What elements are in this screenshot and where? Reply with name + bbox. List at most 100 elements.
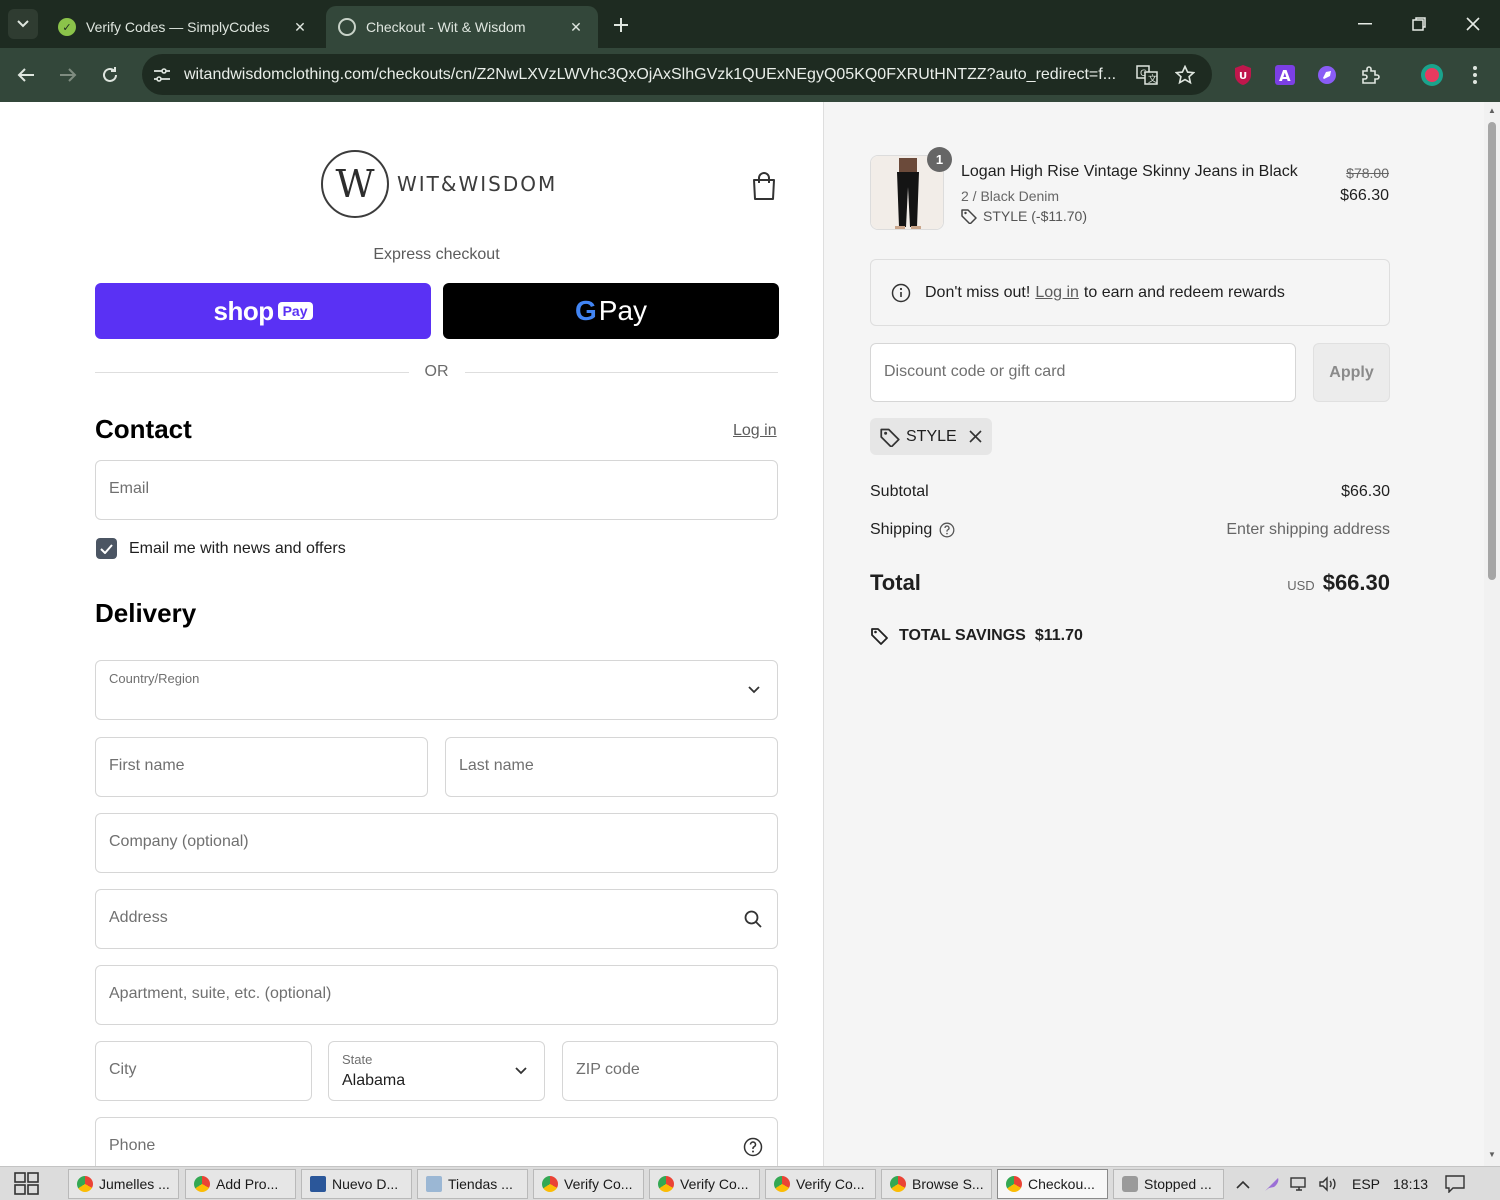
extension-purple-icon[interactable] [1313, 61, 1341, 89]
tab-search-button[interactable] [8, 9, 38, 39]
subtotal-row: Subtotal $66.30 [870, 483, 1390, 501]
bookmark-star-icon[interactable] [1172, 62, 1198, 88]
taskbar-item[interactable]: Browse S... [881, 1169, 992, 1199]
google-g-icon: G [574, 295, 597, 326]
svg-text:文: 文 [1148, 73, 1157, 85]
tab-checkout[interactable]: Checkout - Wit & Wisdom ✕ [326, 6, 598, 48]
volume-icon[interactable] [1318, 1167, 1338, 1200]
email-field[interactable]: Email [95, 460, 778, 520]
last-name-field[interactable]: Last name [445, 737, 778, 797]
taskbar-item-label: Add Pro... [216, 1176, 279, 1192]
tag-icon [880, 428, 900, 447]
quantity-badge: 1 [927, 147, 952, 172]
rewards-login-link[interactable]: Log in [1035, 284, 1079, 302]
phone-field[interactable]: Phone [95, 1117, 778, 1166]
scroll-down-icon[interactable]: ▼ [1487, 1150, 1497, 1160]
newsletter-option[interactable]: Email me with news and offers [96, 538, 346, 559]
browser-toolbar: witandwisdomclothing.com/checkouts/cn/Z2… [0, 48, 1500, 102]
close-tab-icon[interactable]: ✕ [290, 17, 310, 37]
discount-code-input[interactable]: Discount code or gift card [870, 343, 1296, 402]
remove-discount-icon[interactable] [969, 430, 982, 443]
notifications-button[interactable] [1445, 1167, 1465, 1200]
minimize-button[interactable] [1338, 0, 1392, 48]
google-pay-button[interactable]: G Pay [443, 283, 779, 339]
restore-button[interactable] [1392, 0, 1446, 48]
total-value: $66.30 [1322, 570, 1390, 595]
taskbar-item-active[interactable]: Checkou... [997, 1169, 1108, 1199]
pen-icon[interactable] [1263, 1167, 1281, 1200]
store-logo[interactable]: W WIT&WISDOM [321, 150, 557, 218]
help-circle-icon[interactable] [939, 522, 955, 538]
scroll-up-icon[interactable]: ▲ [1487, 106, 1497, 116]
font-extension-icon[interactable]: A [1271, 61, 1299, 89]
chevron-down-icon [17, 20, 29, 28]
shipping-row: Shipping Enter shipping address [870, 521, 1390, 539]
tab-verify-codes[interactable]: ✓ Verify Codes — SimplyCodes ✕ [46, 6, 322, 48]
extensions-button[interactable] [1356, 61, 1384, 89]
first-name-field[interactable]: First name [95, 737, 428, 797]
address-field[interactable]: Address [95, 889, 778, 949]
company-field[interactable]: Company (optional) [95, 813, 778, 873]
taskbar-item[interactable]: Tiendas ... [417, 1169, 528, 1199]
notepad-icon [426, 1176, 442, 1192]
forward-button[interactable] [52, 59, 84, 91]
close-tab-icon[interactable]: ✕ [566, 17, 586, 37]
currency-code: USD [1287, 578, 1315, 593]
state-select[interactable]: State Alabama [328, 1041, 545, 1101]
show-hidden-icons-button[interactable] [1236, 1167, 1250, 1200]
subtotal-value: $66.30 [1341, 483, 1390, 500]
order-summary: 1 Logan High Rise Vintage Skinny Jeans i… [823, 102, 1484, 1166]
apartment-field[interactable]: Apartment, suite, etc. (optional) [95, 965, 778, 1025]
language-indicator[interactable]: ESP [1352, 1167, 1380, 1200]
shop-pay-wordmark: shop [213, 295, 274, 326]
delivery-heading: Delivery [95, 598, 197, 628]
country-select[interactable]: Country/Region [95, 660, 778, 720]
browser-menu-button[interactable] [1461, 61, 1489, 89]
taskbar-item[interactable]: Stopped ... [1113, 1169, 1224, 1199]
site-info-icon[interactable] [150, 63, 174, 87]
address-bar[interactable]: witandwisdomclothing.com/checkouts/cn/Z2… [142, 54, 1212, 95]
tag-icon [961, 209, 977, 224]
taskbar-item[interactable]: Verify Co... [649, 1169, 760, 1199]
savings-value: $11.70 [1034, 627, 1083, 644]
zip-field[interactable]: ZIP code [562, 1041, 778, 1101]
page-scrollbar[interactable]: ▲ ▼ [1484, 102, 1500, 1166]
reload-button[interactable] [94, 59, 126, 91]
clock[interactable]: 18:13 [1393, 1167, 1428, 1200]
shipping-label-group: Shipping [870, 521, 955, 539]
sale-price: $66.30 [1340, 187, 1389, 204]
taskbar-item-label: Verify Co... [796, 1176, 865, 1192]
taskbar-item[interactable]: Verify Co... [533, 1169, 644, 1199]
windows-taskbar: Jumelles ... Add Pro... Nuevo D... Tiend… [0, 1166, 1500, 1200]
address-placeholder: Address [109, 909, 168, 926]
back-button[interactable] [10, 59, 42, 91]
city-field[interactable]: City [95, 1041, 312, 1101]
rewards-post-text: to earn and redeem rewards [1083, 283, 1285, 301]
search-icon[interactable] [742, 908, 764, 930]
total-savings: TOTAL SAVINGS $11.70 [870, 626, 1083, 646]
ublock-extension-icon[interactable]: U [1229, 61, 1257, 89]
newsletter-checkbox[interactable] [96, 538, 117, 559]
cart-button[interactable] [750, 170, 778, 202]
rewards-banner: Don't miss out! Log in to earn and redee… [870, 259, 1390, 326]
help-circle-icon[interactable] [742, 1136, 764, 1158]
taskbar-item[interactable]: Nuevo D... [301, 1169, 412, 1199]
apply-discount-button[interactable]: Apply [1313, 343, 1390, 402]
taskbar-item-label: Jumelles ... [99, 1176, 170, 1192]
taskbar-item[interactable]: Add Pro... [185, 1169, 296, 1199]
login-link[interactable]: Log in [733, 422, 777, 440]
profile-avatar-icon[interactable] [1418, 61, 1446, 89]
total-row: Total USD $66.30 [870, 570, 1390, 596]
translate-icon[interactable]: G文 [1134, 62, 1160, 88]
network-icon[interactable] [1290, 1167, 1310, 1200]
scrollbar-thumb[interactable] [1488, 122, 1496, 580]
shop-pay-button[interactable]: shop Pay [95, 283, 431, 339]
close-window-button[interactable] [1446, 0, 1500, 48]
taskbar-item-label: Verify Co... [680, 1176, 749, 1192]
taskbar-item[interactable]: Verify Co... [765, 1169, 876, 1199]
new-tab-button[interactable] [607, 11, 635, 39]
taskbar-item-label: Nuevo D... [332, 1176, 399, 1192]
start-button[interactable] [14, 1172, 42, 1196]
taskbar-item[interactable]: Jumelles ... [68, 1169, 179, 1199]
rewards-pre-text: Don't miss out! [925, 283, 1031, 301]
